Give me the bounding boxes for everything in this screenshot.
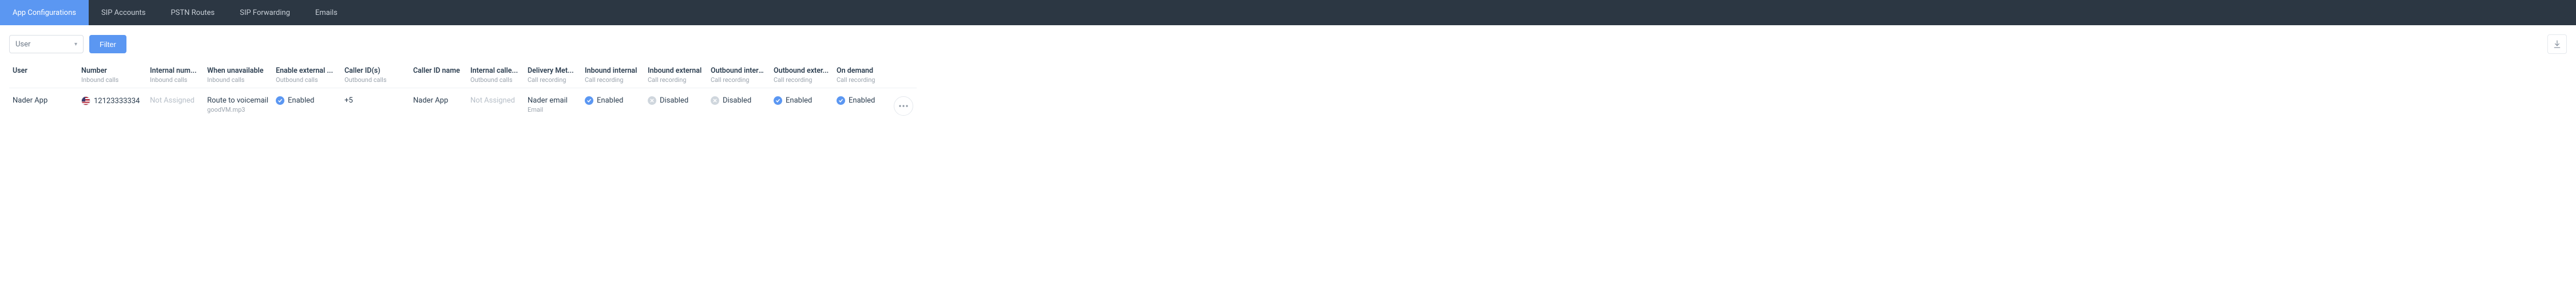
delivery-method-value: Nader email: [528, 96, 568, 105]
tab-bar: App Configurations SIP Accounts PSTN Rou…: [0, 0, 2576, 25]
col-number[interactable]: Number Inbound calls: [78, 63, 146, 88]
data-table: User Number Inbound calls Internal num..…: [0, 60, 2576, 127]
cell-when-unavailable: Route to voicemail goodVM.mp3: [204, 88, 272, 121]
user-name: Nader App: [13, 96, 47, 105]
internal-number-value: Not Assigned: [150, 96, 195, 105]
cell-delivery-method: Nader email Email: [524, 88, 581, 121]
cell-number: 12123333334: [78, 88, 146, 113]
col-internal-number[interactable]: Internal num... Inbound calls: [146, 63, 204, 88]
cell-inbound-internal: Enabled: [581, 88, 644, 113]
delivery-method-sub: Email: [528, 106, 543, 113]
col-outbound-internal[interactable]: Outbound internal Call recording: [707, 63, 770, 88]
filter-button[interactable]: Filter: [89, 35, 126, 53]
download-icon: [2553, 40, 2562, 49]
col-internal-caller[interactable]: Internal calle... Outbound calls: [467, 63, 524, 88]
tab-sip-accounts[interactable]: SIP Accounts: [89, 0, 158, 25]
on-demand-label: Enabled: [849, 96, 875, 105]
tab-sip-forwarding[interactable]: SIP Forwarding: [227, 0, 303, 25]
check-circle-icon: [276, 96, 284, 105]
cell-outbound-external: Enabled: [770, 88, 833, 113]
col-inbound-external[interactable]: Inbound external Call recording: [644, 63, 707, 88]
outbound-internal-label: Disabled: [723, 96, 751, 105]
col-when-unavailable[interactable]: When unavailable Inbound calls: [204, 63, 272, 88]
cell-internal-caller: Not Assigned: [467, 88, 524, 113]
cell-on-demand: Enabled: [833, 88, 890, 113]
tab-app-configurations[interactable]: App Configurations: [0, 0, 89, 25]
tab-emails[interactable]: Emails: [303, 0, 350, 25]
outbound-external-label: Enabled: [786, 96, 812, 105]
cell-internal-number: Not Assigned: [146, 88, 204, 113]
inbound-internal-label: Enabled: [597, 96, 623, 105]
col-actions: [890, 63, 917, 70]
caller-id-name-value: Nader App: [413, 96, 448, 105]
download-button[interactable]: [2547, 34, 2567, 54]
check-circle-icon: [585, 96, 593, 105]
filter-field-select[interactable]: User ▾: [9, 35, 84, 53]
col-caller-id-name[interactable]: Caller ID name: [410, 63, 467, 80]
check-circle-icon: [837, 96, 845, 105]
toolbar: User ▾ Filter: [0, 25, 2576, 60]
caller-ids-value: +5: [344, 96, 353, 105]
col-user[interactable]: User: [9, 63, 78, 80]
col-enable-external[interactable]: Enable external ... Outbound calls: [272, 63, 341, 88]
cell-inbound-external: Disabled: [644, 88, 707, 113]
when-unavailable-sub: goodVM.mp3: [207, 106, 245, 113]
tab-pstn-routes[interactable]: PSTN Routes: [158, 0, 227, 25]
x-circle-icon: [711, 96, 719, 105]
row-more-button[interactable]: [894, 96, 913, 116]
cell-actions: [890, 88, 917, 124]
cell-caller-ids: +5: [341, 88, 410, 113]
cell-enable-external: Enabled: [272, 88, 341, 113]
col-outbound-external[interactable]: Outbound exter... Call recording: [770, 63, 833, 88]
col-delivery-method[interactable]: Delivery Met... Call recording: [524, 63, 581, 88]
number-value: 12123333334: [94, 97, 140, 105]
chevron-down-icon: ▾: [74, 41, 77, 48]
when-unavailable-value: Route to voicemail: [207, 96, 268, 105]
col-on-demand[interactable]: On demand Call recording: [833, 63, 890, 88]
check-circle-icon: [774, 96, 782, 105]
more-horizontal-icon: [899, 105, 908, 107]
col-inbound-internal[interactable]: Inbound internal Call recording: [581, 63, 644, 88]
cell-outbound-internal: Disabled: [707, 88, 770, 113]
x-circle-icon: [648, 96, 656, 105]
internal-caller-value: Not Assigned: [470, 96, 515, 105]
flag-us-icon: [81, 96, 90, 105]
cell-user: Nader App: [9, 88, 78, 113]
filter-field-label: User: [15, 40, 30, 49]
col-caller-ids[interactable]: Caller ID(s) Outbound calls: [341, 63, 410, 88]
inbound-external-label: Disabled: [660, 96, 688, 105]
cell-caller-id-name: Nader App: [410, 88, 467, 113]
enable-external-label: Enabled: [288, 96, 314, 105]
